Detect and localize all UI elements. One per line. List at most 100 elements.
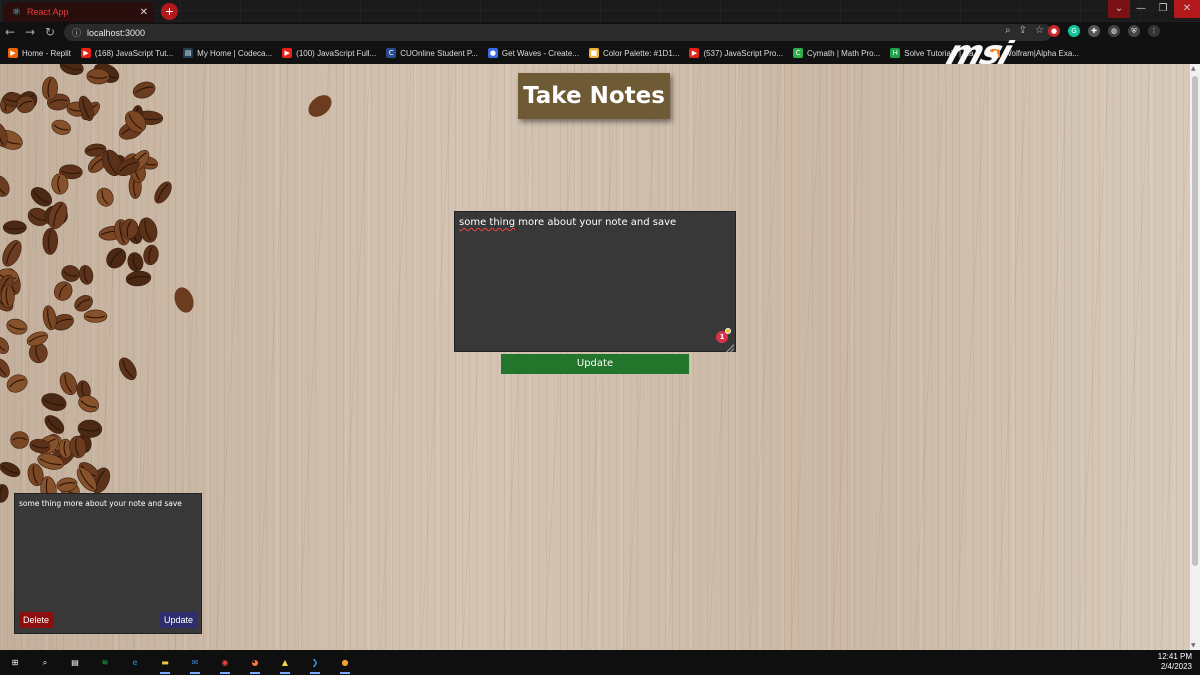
bookmark-item[interactable]: ▶ (537) JavaScript Pro...: [689, 48, 783, 58]
vscode-icon: ❯: [311, 658, 319, 667]
tab-close-icon[interactable]: ✕: [140, 7, 148, 18]
resize-handle-icon[interactable]: [726, 344, 734, 352]
zoom-icon[interactable]: ⌕: [1005, 25, 1011, 36]
shield-icon[interactable]: ⛨: [1128, 25, 1140, 37]
windows-start-icon: ⊞: [11, 658, 19, 667]
react-icon: ⚛: [12, 6, 21, 18]
page-title: Take Notes: [523, 83, 665, 109]
bookmark-item[interactable]: ■ Color Palette: #1D1...: [588, 48, 679, 58]
taskbar-app[interactable]: ◕: [240, 650, 270, 675]
palette-icon: ■: [588, 48, 599, 58]
bookmark-item[interactable]: ▶ (168) JavaScript Tut...: [80, 48, 174, 58]
vertical-scrollbar[interactable]: ▲ ▼: [1190, 64, 1200, 650]
scroll-down-icon[interactable]: ▼: [1191, 642, 1196, 649]
cuonline-icon: C: [386, 48, 397, 58]
firefox-icon: ◕: [251, 658, 259, 667]
bookmark-item[interactable]: C CUOnline Student P...: [386, 48, 478, 58]
note-card: some thing more about your note and save…: [14, 493, 202, 634]
taskbar-app[interactable]: ◉: [210, 650, 240, 675]
extensions-area: ● G ✚ ◍ ⛨ ⋮: [1048, 25, 1160, 37]
extensions-puzzle-icon[interactable]: ✚: [1088, 25, 1100, 37]
taskbar-app[interactable]: e: [120, 650, 150, 675]
scroll-up-icon[interactable]: ▲: [1191, 65, 1196, 72]
linux-icon: ▲: [281, 658, 289, 667]
editor-text: more about your note and save: [515, 217, 677, 228]
bookmark-item[interactable]: ▶ (100) JavaScript Full...: [282, 48, 376, 58]
clock-time: 12:41 PM: [1157, 652, 1192, 661]
adblock-icon[interactable]: ●: [1048, 25, 1060, 37]
url-text[interactable]: localhost:3000: [87, 28, 145, 38]
replit-icon: ▶: [8, 48, 18, 58]
delete-button[interactable]: Delete: [19, 612, 54, 628]
file-explorer-icon: ▬: [161, 658, 169, 667]
tab-react-app[interactable]: ⚛ React App ✕: [4, 2, 154, 22]
system-clock[interactable]: 12:41 PM 2/4/2023: [1158, 652, 1192, 672]
window-controls: ⌄ — ❐ ✕: [1108, 0, 1200, 18]
page-title-box: Take Notes: [518, 73, 670, 119]
address-bar[interactable]: ⓘ localhost:3000 ⌕ ⇪ ☆: [64, 24, 1052, 41]
taskbar-app[interactable]: ⊞: [0, 650, 30, 675]
bookmark-item[interactable]: ● Get Waves - Create...: [487, 48, 579, 58]
update-button[interactable]: Update: [501, 354, 689, 374]
cymath-icon: C: [793, 48, 804, 58]
extension-icon[interactable]: ◍: [1108, 25, 1120, 37]
close-window-icon[interactable]: ✕: [1174, 0, 1200, 18]
bookmark-item[interactable]: ▤ My Home | Codeca...: [183, 48, 272, 58]
taskbar-app[interactable]: ⌕: [30, 650, 60, 675]
bookmark-label: (537) JavaScript Pro...: [703, 48, 784, 58]
tab-strip: ⚛ React App ✕ + ⌄ — ❐ ✕: [0, 0, 1200, 22]
youtube-icon: ▶: [80, 48, 91, 58]
note-update-button[interactable]: Update: [159, 612, 197, 628]
page-viewport: Take Notes some thing more about your no…: [0, 64, 1190, 650]
coffee-beans-decoration: [0, 64, 332, 504]
minimize-icon[interactable]: —: [1130, 0, 1152, 18]
note-text: some thing more about your note and save: [19, 499, 182, 508]
bookmark-label: CUOnline Student P...: [400, 48, 478, 58]
note-textarea[interactable]: some thing more about your note and save: [454, 211, 736, 352]
back-icon[interactable]: ←: [0, 25, 20, 39]
new-tab-button[interactable]: +: [161, 3, 178, 20]
bookmark-item[interactable]: ▶ Home - Replit: [8, 48, 71, 58]
windows-taskbar: ⊞ ⌕ ▤ ≋ e ▬ ✉ ◉ ◕ ▲ ❯ ● 12:41 PM 2/4/2023: [0, 650, 1200, 675]
bookmark-label: Get Waves - Create...: [501, 48, 579, 58]
browser-toolbar: ← → ↻ ⓘ localhost:3000 ⌕ ⇪ ☆ ● G ✚ ◍ ⛨ ⋮: [0, 22, 1200, 42]
share-icon[interactable]: ⇪: [1019, 25, 1027, 36]
scrollbar-thumb[interactable]: [1192, 76, 1198, 566]
reload-icon[interactable]: ↻: [40, 25, 60, 39]
youtube-icon: ▶: [282, 48, 293, 58]
youtube-icon: ▶: [689, 48, 700, 58]
taskbar-app[interactable]: ≋: [90, 650, 120, 675]
mail-icon: ✉: [191, 658, 199, 667]
edge-icon: e: [132, 658, 138, 667]
bookmark-label: (168) JavaScript Tut...: [94, 48, 174, 58]
forward-icon[interactable]: →: [20, 25, 40, 39]
grammarly-icon[interactable]: 1: [716, 328, 731, 343]
spotify-icon: ≋: [101, 658, 109, 667]
codecademy-icon: ▤: [183, 48, 194, 58]
bookmark-label: Cymath | Math Pro...: [807, 48, 881, 58]
search-icon: ⌕: [42, 658, 48, 667]
editor-text-misspelled: some thing: [459, 217, 516, 228]
taskbar-app[interactable]: ▤: [60, 650, 90, 675]
app-orange-icon: ●: [341, 658, 349, 667]
taskbar-app[interactable]: ▲: [270, 650, 300, 675]
bookmark-star-icon[interactable]: ☆: [1035, 25, 1044, 36]
taskbar-app[interactable]: ●: [330, 650, 360, 675]
bookmark-item[interactable]: C Cymath | Math Pro...: [793, 48, 880, 58]
bookmark-label: My Home | Codeca...: [197, 48, 273, 58]
chrome-icon: ◉: [221, 658, 229, 667]
maximize-icon[interactable]: ❐: [1152, 0, 1174, 18]
grammarly-extension-icon[interactable]: G: [1068, 25, 1080, 37]
hackerrank-icon: H: [890, 48, 901, 58]
taskbar-app[interactable]: ❯: [300, 650, 330, 675]
bookmark-label: (100) JavaScript Full...: [296, 48, 377, 58]
waves-icon: ●: [487, 48, 498, 58]
taskbar-app[interactable]: ▬: [150, 650, 180, 675]
clock-date: 2/4/2023: [1160, 662, 1192, 671]
menu-dots-icon[interactable]: ⋮: [1148, 25, 1160, 37]
taskbar-app[interactable]: ✉: [180, 650, 210, 675]
tab-search-icon[interactable]: ⌄: [1108, 0, 1130, 18]
bookmark-label: Home - Replit: [22, 48, 71, 58]
site-info-icon[interactable]: ⓘ: [72, 26, 81, 39]
tab-title: React App: [26, 7, 69, 17]
